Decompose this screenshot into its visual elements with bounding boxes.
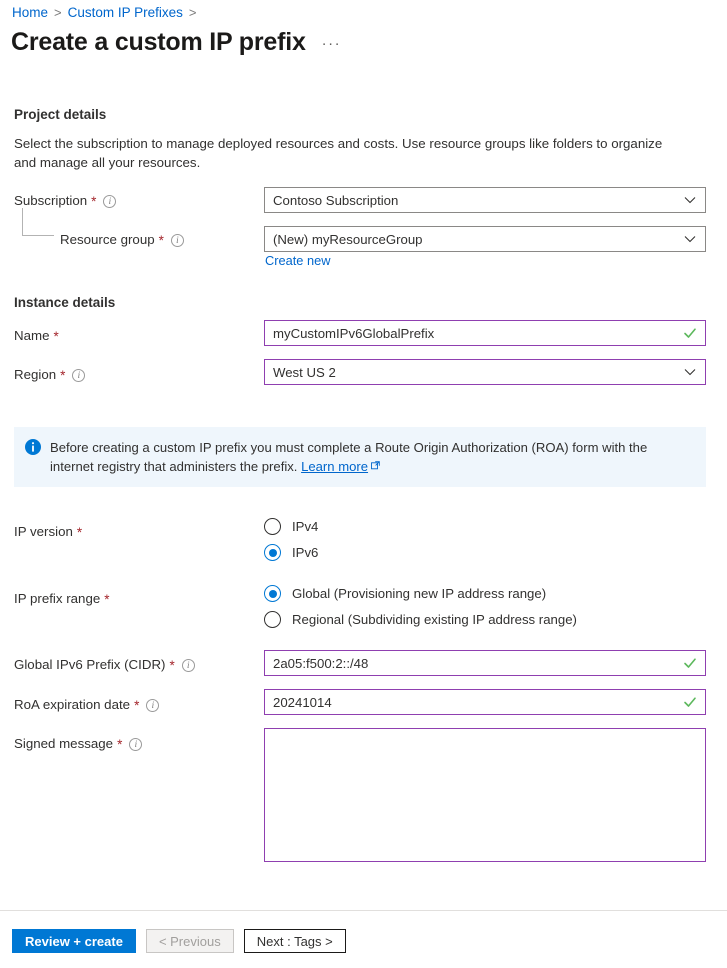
radio-icon-unselected[interactable]: [264, 518, 281, 535]
ip-prefix-range-option-global-label: Global (Provisioning new IP address rang…: [292, 586, 547, 601]
global-ipv6-prefix-value: 2a05:f500:2::/48: [273, 655, 369, 671]
ip-version-option-ipv4[interactable]: IPv4: [264, 518, 318, 535]
signed-message-info-icon[interactable]: i: [129, 737, 143, 751]
create-custom-ip-prefix-page: Home > Custom IP Prefixes > Create a cus…: [0, 0, 727, 968]
resource-group-value: (New) myResourceGroup: [273, 231, 423, 247]
region-dropdown[interactable]: West US 2: [264, 359, 706, 385]
signed-message-label-text: Signed message: [14, 736, 114, 751]
title-row: Create a custom IP prefix ···: [11, 26, 341, 58]
roa-expiration-date-label: RoA expiration date * i: [14, 696, 160, 714]
subscription-value: Contoso Subscription: [273, 192, 399, 208]
project-details-heading: Project details: [14, 107, 107, 122]
breadcrumb-separator-icon: >: [54, 5, 62, 20]
footer-divider: [0, 910, 727, 911]
signed-message-textarea[interactable]: [264, 728, 706, 862]
global-ipv6-prefix-info-icon[interactable]: i: [181, 658, 195, 672]
resource-group-required-asterisk: *: [158, 232, 164, 248]
name-value: myCustomIPv6GlobalPrefix: [273, 325, 435, 341]
ip-version-option-ipv6-label: IPv6: [292, 545, 319, 560]
instance-details-heading: Instance details: [14, 295, 116, 310]
ip-version-label: IP version *: [14, 523, 82, 541]
signed-message-value: [265, 729, 705, 741]
info-circle-icon: [25, 439, 41, 455]
roa-expiration-date-value: 20241014: [273, 694, 332, 710]
valid-check-icon: [683, 656, 697, 670]
region-info-icon[interactable]: i: [72, 368, 86, 382]
radio-icon-selected[interactable]: [264, 585, 281, 602]
project-details-description: Select the subscription to manage deploy…: [14, 136, 663, 170]
region-label-text: Region: [14, 367, 57, 382]
name-required-asterisk: *: [53, 328, 59, 344]
subscription-info-icon[interactable]: i: [103, 194, 117, 208]
resource-group-label-text: Resource group: [60, 232, 155, 247]
name-label: Name *: [14, 327, 59, 345]
ip-prefix-range-option-global[interactable]: Global (Provisioning new IP address rang…: [264, 585, 546, 602]
chevron-down-icon: [684, 194, 696, 206]
region-label: Region * i: [14, 366, 86, 384]
page-title: Create a custom IP prefix: [11, 28, 306, 56]
previous-button: < Previous: [145, 929, 234, 953]
breadcrumb-separator-icon-2: >: [188, 5, 197, 20]
signed-message-required-asterisk: *: [117, 736, 123, 752]
chevron-down-icon: [684, 233, 696, 245]
create-new-resource-group-link[interactable]: Create new: [265, 253, 330, 268]
roa-expiration-date-input[interactable]: 20241014: [264, 689, 706, 715]
global-ipv6-prefix-input[interactable]: 2a05:f500:2::/48: [264, 650, 706, 676]
region-required-asterisk: *: [60, 367, 66, 383]
ip-version-option-ipv6[interactable]: IPv6: [264, 544, 318, 561]
global-ipv6-prefix-label-text: Global IPv6 Prefix (CIDR): [14, 657, 166, 672]
more-actions-icon[interactable]: ···: [322, 36, 342, 58]
roa-info-banner: Before creating a custom IP prefix you m…: [14, 427, 706, 487]
chevron-down-icon: [684, 366, 696, 378]
valid-check-icon: [683, 326, 697, 340]
roa-info-banner-text: Before creating a custom IP prefix you m…: [50, 438, 694, 476]
ip-prefix-range-option-regional[interactable]: Regional (Subdividing existing IP addres…: [264, 611, 577, 628]
ip-prefix-range-required-asterisk: *: [104, 591, 110, 607]
external-link-icon: [371, 461, 380, 470]
resource-group-info-icon[interactable]: i: [170, 233, 184, 247]
wizard-button-bar: Review + create < Previous Next : Tags >: [12, 929, 346, 953]
ip-version-label-text: IP version: [14, 524, 73, 539]
ip-version-required-asterisk: *: [76, 524, 83, 540]
ip-prefix-range-label-text: IP prefix range: [14, 591, 101, 606]
breadcrumb-item-custom-ip-prefixes[interactable]: Custom IP Prefixes: [68, 3, 183, 23]
review-create-button[interactable]: Review + create: [12, 929, 136, 953]
breadcrumb-item-home[interactable]: Home: [12, 3, 48, 23]
name-label-text: Name: [14, 328, 50, 343]
subscription-required-asterisk: *: [91, 193, 97, 209]
global-ipv6-prefix-required-asterisk: *: [169, 657, 175, 673]
resource-group-dropdown[interactable]: (New) myResourceGroup: [264, 226, 706, 252]
breadcrumb: Home > Custom IP Prefixes >: [12, 3, 197, 23]
subscription-dropdown[interactable]: Contoso Subscription: [264, 187, 706, 213]
ip-prefix-range-option-regional-label: Regional (Subdividing existing IP addres…: [292, 612, 577, 627]
roa-expiration-date-info-icon[interactable]: i: [146, 698, 160, 712]
radio-icon-unselected[interactable]: [264, 611, 281, 628]
next-tags-button[interactable]: Next : Tags >: [243, 929, 346, 953]
signed-message-label: Signed message * i: [14, 735, 143, 753]
roa-expiration-date-label-text: RoA expiration date: [14, 697, 131, 712]
valid-check-icon: [683, 695, 697, 709]
resource-group-tree-connector: [22, 208, 54, 236]
radio-icon-selected[interactable]: [264, 544, 281, 561]
resource-group-label: Resource group * i: [60, 231, 184, 249]
ip-prefix-range-label: IP prefix range *: [14, 590, 110, 608]
learn-more-link[interactable]: Learn more: [301, 459, 368, 474]
name-input[interactable]: myCustomIPv6GlobalPrefix: [264, 320, 706, 346]
region-value: West US 2: [273, 364, 336, 380]
global-ipv6-prefix-label: Global IPv6 Prefix (CIDR) * i: [14, 656, 195, 674]
ip-version-option-ipv4-label: IPv4: [292, 519, 319, 534]
roa-expiration-date-required-asterisk: *: [134, 697, 140, 713]
